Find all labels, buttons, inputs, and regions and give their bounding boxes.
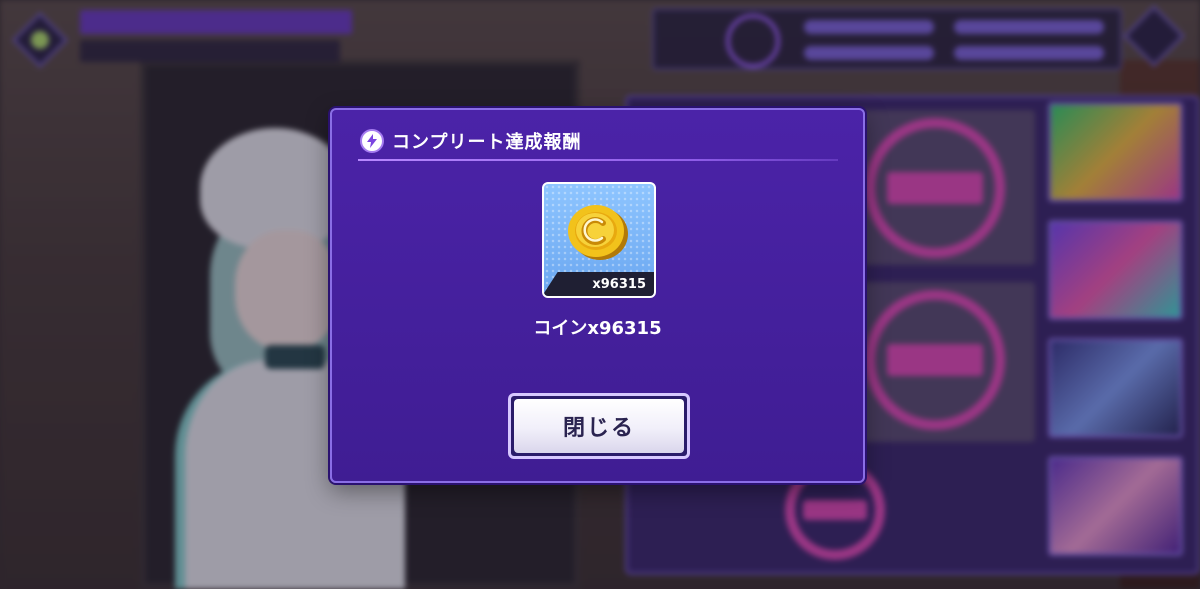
header-divider (358, 159, 838, 161)
dialog-title: コンプリート達成報酬 (392, 132, 582, 153)
reward-quantity-tag: x96315 (544, 272, 654, 296)
close-button[interactable]: 閉じる (508, 393, 690, 459)
dialog-header: コンプリート達成報酬 (360, 126, 581, 156)
reward-name: コインx96315 (533, 318, 662, 339)
lightning-bolt-icon (360, 129, 384, 153)
close-button-label: 閉じる (514, 399, 684, 453)
complete-reward-dialog: コンプリート達成報酬 x96315 コインx96315 閉じる (330, 108, 865, 483)
reward-item-card: x96315 (542, 182, 656, 298)
coin-icon (568, 205, 628, 260)
